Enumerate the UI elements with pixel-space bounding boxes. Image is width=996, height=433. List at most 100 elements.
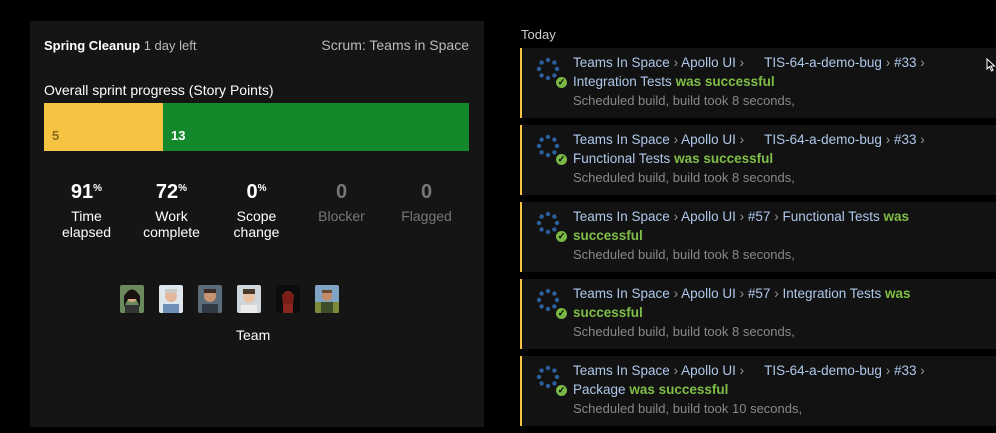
build-link[interactable]: #33 [894,132,917,147]
build-link[interactable]: Integration Tests [782,286,881,301]
build-link[interactable]: Apollo UI [681,209,736,224]
avatar[interactable] [159,285,183,313]
build-link[interactable]: #33 [894,55,917,70]
chevron-right-icon: › [739,209,745,224]
board-name[interactable]: Scrum: Teams in Space [321,37,469,53]
build-link[interactable]: Teams In Space [573,363,670,378]
stat-scope-change: 0% Scope change [214,181,299,240]
build-detail: Scheduled build, build took 8 seconds, [573,170,795,185]
stat-label: Blocker [318,208,365,224]
chevron-right-icon: › [673,286,679,301]
chevron-right-icon: › [739,132,745,147]
sprint-name[interactable]: Spring Cleanup [44,38,140,53]
mouse-cursor-icon [986,58,996,72]
build-link[interactable]: TIS-64-a-demo-bug [764,132,882,147]
list-item[interactable]: ✓ Teams In Space › Apollo UI › #57 › Int… [520,279,996,349]
build-link[interactable]: Apollo UI [681,132,736,147]
avatar[interactable] [198,285,222,313]
build-link[interactable]: Functional Tests [573,151,670,166]
check-circle-icon: ✓ [556,154,567,165]
build-detail: Scheduled build, build took 8 seconds, [573,93,795,108]
avatar[interactable] [120,285,144,313]
build-status: successful [573,305,643,320]
build-link[interactable]: Teams In Space [573,55,670,70]
list-item[interactable]: ✓ Teams In Space › Apollo UI › TIS-64-a-d… [520,125,996,195]
progress-done-segment: 5 [44,103,163,151]
build-activity-list: ✓ Teams In Space › Apollo UI › TIS-64-a-d… [520,48,996,433]
build-status: was successful [675,74,775,89]
activity-header: Today [521,27,556,42]
stat-label: Time [71,208,102,224]
chevron-right-icon: › [739,286,745,301]
sprint-days-left: 1 day left [143,38,197,53]
chevron-right-icon: › [774,286,779,301]
build-spinner-icon [536,211,560,235]
check-circle-icon: ✓ [556,77,567,88]
sprint-header: Spring Cleanup 1 day left [44,38,196,53]
avatar[interactable] [315,285,339,313]
build-link[interactable]: #57 [748,209,771,224]
build-link[interactable]: #57 [748,286,771,301]
build-link[interactable]: Teams In Space [573,132,670,147]
build-spinner-icon [536,288,560,312]
build-detail: Scheduled build, build took 8 seconds, [573,247,795,262]
build-status: was [883,209,910,224]
avatar[interactable] [276,285,300,313]
stat-label: Scope [236,208,277,224]
build-spinner-icon [536,365,560,389]
build-link[interactable]: Teams In Space [573,286,670,301]
chevron-right-icon: › [885,55,891,70]
stat-value: 0 [420,181,433,203]
list-item[interactable]: ✓ Teams In Space › Apollo UI › TIS-64-a-d… [520,356,996,426]
team-avatars [120,285,339,313]
progress-todo-segment: 13 [163,103,469,151]
chevron-right-icon: › [920,55,925,70]
stat-unit: % [93,183,103,194]
build-link[interactable]: Functional Tests [782,209,879,224]
build-status: was successful [629,382,729,397]
stat-time-elapsed: 91% Time elapsed [44,181,129,240]
stat-value: 0 [335,181,348,203]
chevron-right-icon: › [673,363,679,378]
stat-label: complete [143,224,200,240]
stat-value: 72 [155,181,179,203]
sprint-stats: 91% Time elapsed 72% Work complete 0% Scop… [44,181,469,240]
build-link[interactable]: Teams In Space [573,209,670,224]
stat-label: change [233,224,280,240]
stat-work-complete: 72% Work complete [129,181,214,240]
build-status: was successful [674,151,774,166]
chevron-right-icon: › [739,55,745,70]
chevron-right-icon: › [673,209,679,224]
list-item[interactable]: ✓ Teams In Space › Apollo UI › #57 › Fun… [520,202,996,272]
stat-unit: % [178,183,188,194]
build-link[interactable]: #33 [894,363,917,378]
stat-value: 91 [70,181,94,203]
list-item[interactable]: ✓ Teams In Space › Apollo UI › TIS-64-a-d… [520,48,996,118]
stat-flagged: 0 Flagged [384,181,469,240]
check-circle-icon: ✓ [556,231,567,242]
build-link[interactable]: TIS-64-a-demo-bug [764,55,882,70]
stat-unit: % [257,183,267,194]
build-link[interactable]: Apollo UI [681,55,736,70]
sprint-panel: Spring Cleanup 1 day left Scrum: Teams i… [30,21,484,427]
chevron-right-icon: › [920,132,925,147]
stat-blocker: 0 Blocker [299,181,384,240]
build-link[interactable]: Apollo UI [681,286,736,301]
progress-label: Overall sprint progress (Story Points) [44,82,274,98]
chevron-right-icon: › [885,363,891,378]
build-link[interactable]: TIS-64-a-demo-bug [764,363,882,378]
team-label: Team [236,327,271,343]
stat-label: Flagged [401,208,452,224]
build-link[interactable]: Apollo UI [681,363,736,378]
build-link[interactable]: Package [573,382,626,397]
build-spinner-icon [536,134,560,158]
check-circle-icon: ✓ [556,385,567,396]
stat-value: 0 [246,181,258,203]
build-link[interactable]: Integration Tests [573,74,672,89]
avatar[interactable] [237,285,261,313]
build-detail: Scheduled build, build took 8 seconds, [573,324,795,339]
stat-label: Work [155,208,188,224]
build-status: successful [573,228,643,243]
build-spinner-icon [536,57,560,81]
chevron-right-icon: › [920,363,925,378]
